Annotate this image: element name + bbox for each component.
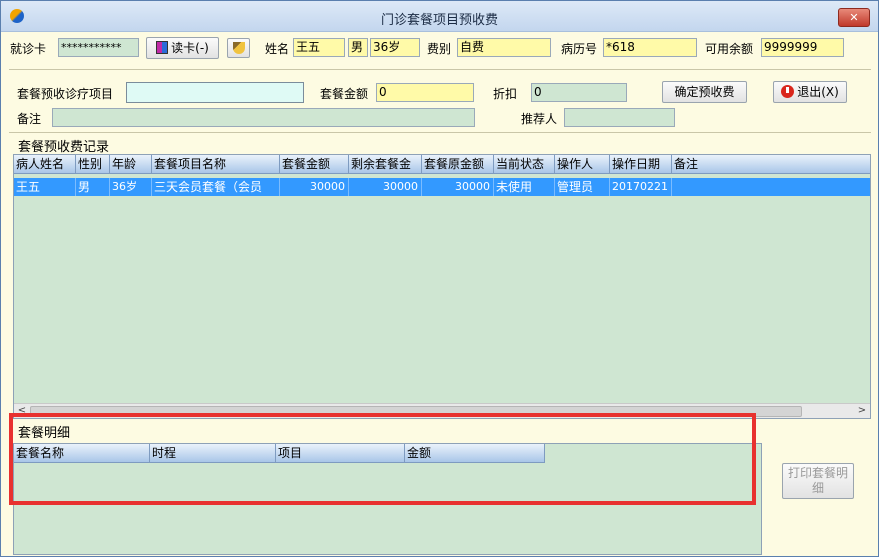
scroll-right-icon[interactable]: > bbox=[854, 404, 870, 418]
card-field[interactable]: *********** bbox=[58, 38, 139, 57]
table-cell: 男 bbox=[76, 178, 110, 196]
read-card-button[interactable]: 读卡(-) bbox=[146, 37, 219, 59]
clear-button[interactable] bbox=[227, 38, 250, 58]
gender-field[interactable]: 男 bbox=[348, 38, 368, 57]
fee-type-label: 费别 bbox=[427, 42, 452, 56]
amount-label: 套餐金额 bbox=[320, 87, 369, 101]
read-card-label: 读卡(-) bbox=[171, 41, 209, 55]
table-row[interactable]: 王五 男 36岁 三天会员套餐（会员 30000 30000 30000 未使用… bbox=[14, 178, 870, 196]
column-header[interactable]: 年龄 bbox=[110, 155, 152, 173]
remark-label: 备注 bbox=[17, 112, 42, 126]
records-section-title: 套餐预收费记录 bbox=[18, 140, 110, 155]
records-table-header: 病人姓名 性别 年龄 套餐项目名称 套餐金额 剩余套餐金 套餐原金额 当前状态 … bbox=[14, 155, 870, 174]
table-cell: 未使用 bbox=[494, 178, 555, 196]
exit-button[interactable]: 退出(X) bbox=[773, 81, 847, 103]
table-cell: 王五 bbox=[14, 178, 76, 196]
records-table[interactable]: 病人姓名 性别 年龄 套餐项目名称 套餐金额 剩余套餐金 套餐原金额 当前状态 … bbox=[13, 154, 871, 419]
record-number-label: 病历号 bbox=[561, 42, 598, 56]
column-header[interactable]: 套餐项目名称 bbox=[152, 155, 280, 173]
table-cell: 三天会员套餐（会员 bbox=[152, 178, 280, 196]
record-number-field[interactable]: *618 bbox=[603, 38, 697, 57]
discount-label: 折扣 bbox=[493, 87, 518, 101]
card-label: 就诊卡 bbox=[10, 42, 47, 56]
confirm-prepay-button[interactable]: 确定预收费 bbox=[662, 81, 747, 103]
table-cell: 30000 bbox=[422, 178, 494, 196]
exit-label: 退出(X) bbox=[797, 85, 839, 99]
package-item-input[interactable] bbox=[126, 82, 304, 103]
remark-field[interactable] bbox=[52, 108, 475, 127]
referrer-field[interactable] bbox=[564, 108, 675, 127]
table-cell: 管理员 bbox=[555, 178, 610, 196]
column-header[interactable]: 套餐金额 bbox=[280, 155, 349, 173]
referrer-label: 推荐人 bbox=[521, 112, 558, 126]
column-header[interactable]: 套餐原金额 bbox=[422, 155, 494, 173]
column-header[interactable]: 操作人 bbox=[555, 155, 610, 173]
amount-field[interactable]: 0 bbox=[376, 83, 474, 102]
column-header[interactable]: 性别 bbox=[76, 155, 110, 173]
column-header[interactable]: 备注 bbox=[672, 155, 870, 173]
column-header[interactable]: 操作日期 bbox=[610, 155, 672, 173]
table-cell: 30000 bbox=[280, 178, 349, 196]
balance-label: 可用余额 bbox=[705, 42, 754, 56]
card-reader-icon bbox=[156, 41, 169, 54]
close-button[interactable] bbox=[838, 8, 870, 27]
age-field[interactable]: 36岁 bbox=[370, 38, 420, 57]
print-details-button[interactable]: 打印套餐明细 bbox=[782, 463, 854, 499]
fee-type-field[interactable]: 自费 bbox=[457, 38, 551, 57]
column-header[interactable]: 剩余套餐金 bbox=[349, 155, 422, 173]
main-window: 门诊套餐项目预收费 就诊卡 *********** 读卡(-) 姓名 王五 男 … bbox=[0, 0, 879, 557]
window-title: 门诊套餐项目预收费 bbox=[380, 13, 498, 28]
discount-field[interactable]: 0 bbox=[531, 83, 627, 102]
package-item-label: 套餐预收诊疗项目 bbox=[17, 87, 114, 101]
balance-field: 9999999 bbox=[761, 38, 844, 57]
column-header[interactable]: 病人姓名 bbox=[14, 155, 76, 173]
broom-icon bbox=[232, 42, 245, 54]
table-cell: 30000 bbox=[349, 178, 422, 196]
divider bbox=[9, 69, 871, 70]
title-bar: 门诊套餐项目预收费 bbox=[1, 1, 878, 32]
name-label: 姓名 bbox=[265, 42, 290, 56]
highlight-box bbox=[9, 413, 756, 505]
column-header[interactable]: 当前状态 bbox=[494, 155, 555, 173]
name-field[interactable]: 王五 bbox=[293, 38, 345, 57]
power-icon bbox=[781, 85, 795, 98]
table-cell bbox=[672, 178, 870, 196]
table-cell: 36岁 bbox=[110, 178, 152, 196]
table-cell: 20170221 bbox=[610, 178, 672, 196]
divider bbox=[9, 132, 871, 133]
